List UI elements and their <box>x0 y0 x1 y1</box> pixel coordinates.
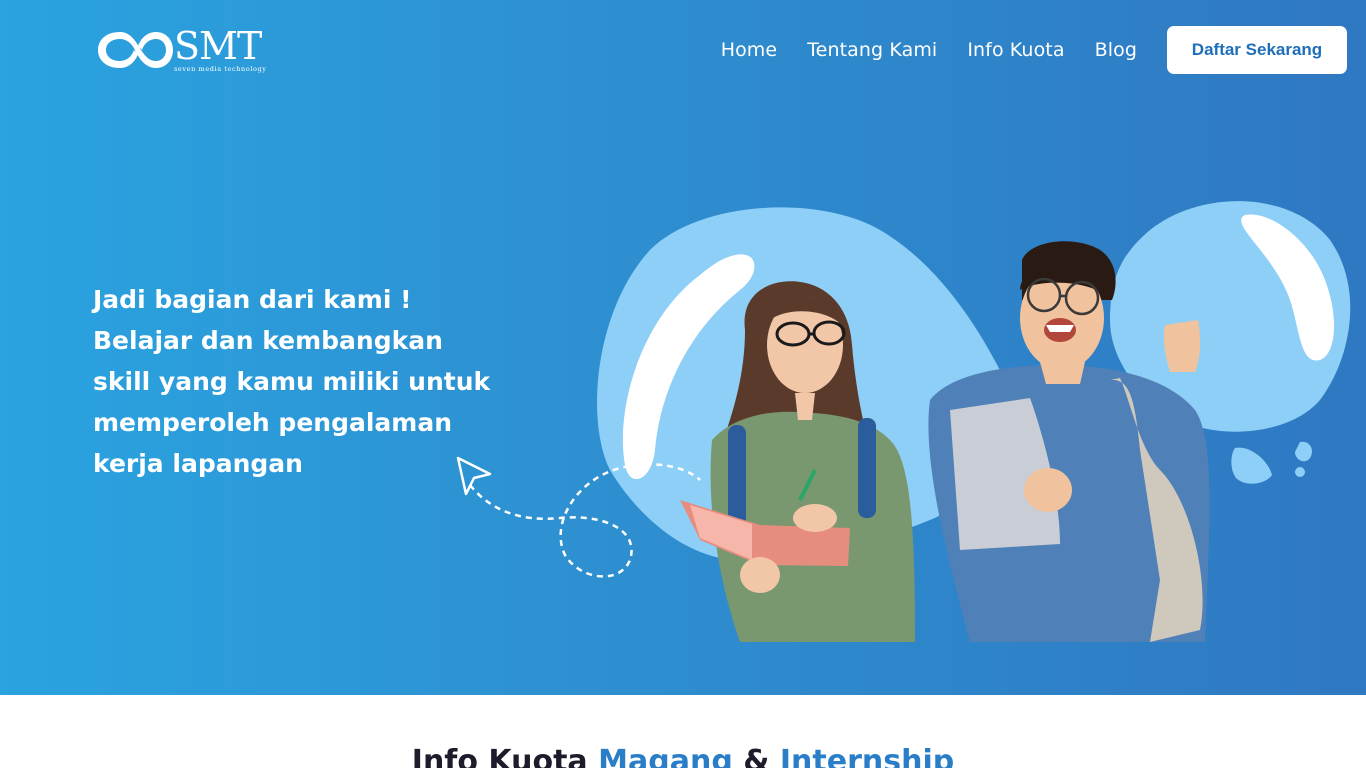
headline-line: Jadi bagian dari kami ! <box>93 285 412 314</box>
nav-tentang-kami[interactable]: Tentang Kami <box>807 39 937 61</box>
section-title-amp: & <box>743 744 770 768</box>
headline-line: Belajar dan kembangkan <box>93 326 443 355</box>
nav-info-kuota[interactable]: Info Kuota <box>967 39 1064 61</box>
brand-logo[interactable]: SMT seven media technology <box>94 22 276 78</box>
brand-tagline: seven media technology <box>174 65 267 74</box>
section-title-magang: Magang <box>598 744 733 768</box>
hero-headline: Jadi bagian dari kami ! Belajar dan kemb… <box>93 279 513 484</box>
section-title-internship: Internship <box>779 744 955 768</box>
blob-droplet <box>1231 447 1272 484</box>
section-title: Info Kuota Magang & Internship <box>0 744 1366 768</box>
nav-home[interactable]: Home <box>721 39 778 61</box>
headline-line: kerja lapangan <box>93 449 303 478</box>
section-title-prefix: Info Kuota <box>411 744 588 768</box>
brand-name: SMT <box>174 24 262 69</box>
nav-blog[interactable]: Blog <box>1095 39 1137 61</box>
blob-dot <box>1295 467 1305 477</box>
headline-line: memperoleh pengalaman <box>93 408 453 437</box>
main-nav: Home Tentang Kami Info Kuota Blog Daftar… <box>721 26 1347 74</box>
hero-section: SMT seven media technology Home Tentang … <box>0 0 1366 695</box>
daftar-sekarang-button[interactable]: Daftar Sekarang <box>1167 26 1347 74</box>
infinity-logo-icon <box>98 32 173 68</box>
blob-droplet-small <box>1295 441 1312 462</box>
headline-line: skill yang kamu miliki untuk <box>93 367 491 396</box>
